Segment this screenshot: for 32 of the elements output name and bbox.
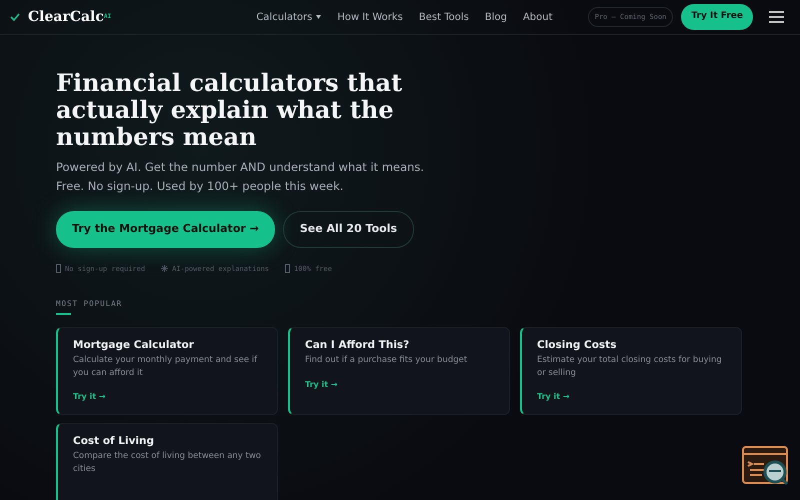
nav-link[interactable]: Best Tools — [418, 10, 469, 24]
nav-link[interactable]: About — [522, 10, 553, 24]
hero-heading: Financial calculators that actually explain what the numbers mean — [56, 69, 404, 150]
try-it-link[interactable]: Try it → — [73, 392, 106, 402]
see-all-tools-button[interactable]: See All 20 Tools — [282, 211, 414, 248]
box-icon — [285, 264, 290, 274]
try-it-link[interactable]: Try it → — [537, 392, 570, 402]
calculator-card[interactable]: Cost of Living Compare the cost of living between any two cities — [56, 423, 278, 500]
card-description: Estimate your total closing costs for buying or selling — [537, 354, 723, 380]
nav-link[interactable]: Calculators — [256, 10, 322, 24]
card-description: Find out if a purchase fits your budget — [305, 354, 468, 367]
card-description: Calculate your monthly payment and see if you can afford it — [73, 354, 258, 380]
nav-link[interactable]: Blog — [484, 10, 507, 24]
logo[interactable]: ClearCalc$^{AI}$ — [28, 6, 112, 28]
calculator-card[interactable]: Closing Costs Estimate your total closing costs for buying or selling Try it → — [520, 327, 742, 416]
try-it-link[interactable]: Try it → — [305, 380, 338, 389]
calculator-card[interactable]: Mortgage Calculator Calculate your monthly payment and see if you can afford it Try it → — [56, 327, 278, 416]
card-title: Closing Costs — [537, 339, 618, 352]
nav-link[interactable]: How It Works — [337, 10, 403, 24]
star-icon — [161, 265, 168, 272]
calculator-card[interactable]: Can I Afford This? Find out if a purchase fits your budget Try it → — [288, 327, 510, 416]
card-description: Compare the cost of living between any two cities — [73, 450, 262, 476]
menu-icon[interactable] — [769, 11, 784, 23]
card-title: Can I Afford This? — [305, 339, 410, 352]
hero-subtitle: Powered by AI. Get the number AND understand what it means. Free. No sign-up. Used by 100+ people this week. — [56, 159, 426, 195]
check-icon — [10, 13, 20, 21]
browser-search-icon[interactable] — [742, 446, 790, 486]
mortgage-calculator-button[interactable]: Try the Mortgage Calculator → — [56, 211, 275, 248]
try-free-button[interactable]: Try It Free — [681, 4, 753, 30]
card-title: Mortgage Calculator — [73, 339, 195, 352]
card-title: Cost of Living — [73, 435, 156, 448]
box-icon — [56, 264, 61, 274]
